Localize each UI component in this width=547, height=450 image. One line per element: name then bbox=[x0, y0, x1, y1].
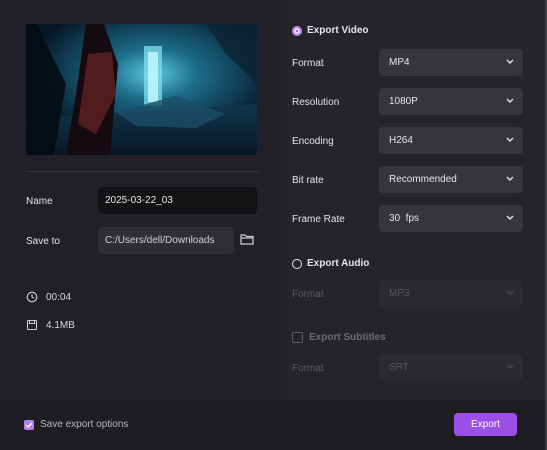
save-export-options[interactable]: Save export options bbox=[24, 419, 128, 430]
chevron-down-icon bbox=[506, 176, 514, 181]
export-dialog: Name 2025-03-22_03 Save to C:/Users/dell… bbox=[0, 0, 547, 450]
subtitle-format-select[interactable]: SRT bbox=[379, 354, 523, 381]
audio-format-value: MP3 bbox=[389, 288, 410, 299]
name-label: Name bbox=[26, 196, 53, 207]
save-path-input[interactable]: C:/Users/dell/Downloads bbox=[98, 227, 234, 254]
chevron-down-icon bbox=[506, 290, 514, 295]
chevron-down-icon bbox=[506, 364, 514, 369]
encoding-select[interactable]: H264 bbox=[379, 127, 523, 154]
export-subtitles-checkbox[interactable] bbox=[292, 332, 303, 343]
export-audio-option[interactable]: Export Audio bbox=[292, 258, 369, 269]
save-disk-icon bbox=[26, 319, 38, 331]
save-to-label: Save to bbox=[26, 236, 60, 247]
chevron-down-icon bbox=[506, 215, 514, 220]
save-options-checkbox[interactable] bbox=[24, 419, 34, 430]
export-video-radio[interactable] bbox=[292, 25, 302, 36]
encoding-label: Encoding bbox=[292, 136, 334, 147]
format-select[interactable]: MP4 bbox=[379, 49, 523, 76]
resolution-select[interactable]: 1080P bbox=[379, 88, 523, 115]
format-value: MP4 bbox=[389, 57, 410, 68]
subtitle-format-label: Format bbox=[292, 363, 324, 374]
subtitle-format-value: SRT bbox=[389, 362, 409, 373]
file-size-value: 4.1MB bbox=[46, 319, 75, 331]
export-subtitles-label: Export Subtitles bbox=[309, 332, 386, 343]
resolution-value: 1080P bbox=[389, 96, 418, 107]
folder-icon[interactable] bbox=[240, 233, 256, 247]
clock-icon bbox=[26, 291, 38, 303]
bitrate-select[interactable]: Recommended bbox=[379, 166, 523, 193]
size-row: 4.1MB bbox=[26, 319, 75, 331]
save-options-label: Save export options bbox=[40, 419, 129, 430]
export-button[interactable]: Export bbox=[454, 413, 517, 436]
audio-format-label: Format bbox=[292, 289, 324, 300]
export-video-label: Export Video bbox=[307, 25, 369, 36]
left-divider bbox=[26, 171, 260, 172]
name-input[interactable]: 2025-03-22_03 bbox=[98, 187, 257, 214]
export-subtitles-option[interactable]: Export Subtitles bbox=[292, 332, 386, 343]
video-preview bbox=[26, 24, 257, 155]
export-video-option[interactable]: Export Video bbox=[292, 25, 369, 36]
framerate-value: 30 fps bbox=[389, 213, 420, 224]
checkmark-icon bbox=[25, 422, 33, 428]
chevron-down-icon bbox=[506, 59, 514, 64]
framerate-select[interactable]: 30 fps bbox=[379, 205, 523, 232]
duration-row: 00:04 bbox=[26, 291, 71, 303]
chevron-down-icon bbox=[506, 137, 514, 142]
chevron-down-icon bbox=[506, 98, 514, 103]
duration-value: 00:04 bbox=[46, 291, 72, 303]
encoding-value: H264 bbox=[389, 135, 413, 146]
export-audio-label: Export Audio bbox=[307, 258, 370, 269]
audio-format-select[interactable]: MP3 bbox=[379, 280, 523, 307]
resolution-label: Resolution bbox=[292, 97, 340, 108]
format-label: Format bbox=[292, 58, 324, 69]
bitrate-label: Bit rate bbox=[292, 175, 324, 186]
framerate-label: Frame Rate bbox=[292, 214, 345, 225]
bitrate-value: Recommended bbox=[389, 174, 457, 185]
export-audio-radio[interactable] bbox=[292, 258, 302, 269]
